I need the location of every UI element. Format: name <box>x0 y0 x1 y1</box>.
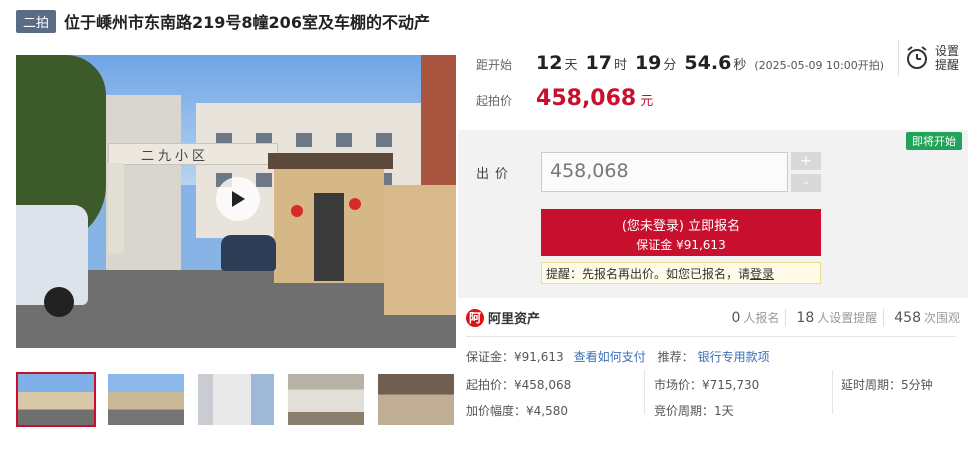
thumbnail-3[interactable] <box>196 372 276 427</box>
signup-count: 0 <box>731 310 741 326</box>
deposit-row: 保证金：¥91,613 查看如何支付 推荐： 银行专用款项 <box>466 348 770 365</box>
deposit-label: 保证金：¥91,613 <box>466 350 564 364</box>
thumbnail-strip <box>16 372 466 427</box>
alarm-clock-icon <box>907 46 927 69</box>
gate-sign-text: 二九小区 <box>141 149 210 164</box>
start-price-label: 起拍价 <box>476 94 513 108</box>
detail-start-price: 起拍价：¥458,068 <box>466 378 572 392</box>
countdown-seconds: 54.6 <box>684 52 732 74</box>
signup-count-unit: 人报名 <box>743 309 787 326</box>
divider <box>466 336 956 337</box>
detail-market-price: 市场价：¥715,730 <box>654 378 760 392</box>
reminder-count-unit: 人设置提醒 <box>817 309 885 326</box>
signup-button-label: (您未登录) 立即报名 <box>621 219 741 234</box>
start-price-unit: 元 <box>640 94 654 109</box>
thumbnail-1[interactable] <box>16 372 96 427</box>
photo-guardhouse <box>268 153 393 283</box>
detail-increment: 加价幅度：¥4,580 <box>466 404 568 418</box>
lantern-icon <box>349 198 361 210</box>
detail-bid-period: 竞价周期：1天 <box>654 404 734 418</box>
thumbnail-5[interactable] <box>376 372 456 427</box>
auction-round-badge: 二拍 <box>16 9 57 33</box>
decrease-bid-button[interactable]: - <box>791 174 821 192</box>
recommend-label: 推荐： <box>657 350 694 364</box>
photo-car <box>221 235 276 271</box>
photo-gate-post <box>108 163 124 253</box>
how-to-pay-link[interactable]: 查看如何支付 <box>574 348 646 365</box>
view-count-unit: 次围观 <box>923 311 960 325</box>
countdown-hours-unit: 时 <box>613 58 627 73</box>
detail-delay-period: 延时周期：5分钟 <box>841 378 933 392</box>
brand-name: 阿里资产 <box>488 312 541 327</box>
grid-divider <box>832 370 833 414</box>
signup-deposit-label: 保证金 ¥91,613 <box>636 238 726 252</box>
reminder-count: 18 <box>796 310 815 326</box>
stats-row: 阿 阿里资产 0 人报名 18 人设置提醒 458 次围观 <box>466 308 966 327</box>
status-badge: 即将开始 <box>906 132 962 150</box>
bid-panel: 即将开始 出价 458,068 + - (您未登录) 立即报名 保证金 ¥91,… <box>458 130 968 298</box>
photo-van-wheel <box>44 287 74 317</box>
login-tip: 提醒：先报名再出价。如您已报名，请登录 <box>541 262 821 284</box>
tip-text: 提醒：先报名再出价。如您已报名，请 <box>546 267 751 281</box>
grid-divider <box>644 370 645 414</box>
play-icon <box>232 191 245 207</box>
play-button[interactable] <box>216 177 260 221</box>
start-price-row: 起拍价 458,068 元 <box>476 86 653 111</box>
countdown-minutes: 19 <box>634 52 662 74</box>
increase-bid-button[interactable]: + <box>791 152 821 170</box>
countdown-seconds-unit: 秒 <box>733 58 747 73</box>
stats: 0 人报名 18 人设置提醒 458 次围观 <box>721 309 966 326</box>
start-price-value: 458,068 <box>536 86 637 111</box>
countdown-hours: 17 <box>585 52 612 74</box>
lantern-icon <box>291 205 303 217</box>
page-title: 位于嵊州市东南路219号8幢206室及车棚的不动产 <box>64 13 430 32</box>
start-time-note: (2025-05-09 10:00开拍) <box>754 59 885 72</box>
countdown-days-unit: 天 <box>564 58 578 73</box>
countdown: 距开始 12 天 17 时 19 分 54.6 秒 (2025-05-09 10… <box>476 52 884 74</box>
main-photo[interactable]: 二九小区 <box>16 55 456 348</box>
bank-account-link[interactable]: 银行专用款项 <box>698 348 770 365</box>
countdown-label: 距开始 <box>476 58 513 72</box>
login-link[interactable]: 登录 <box>750 267 774 281</box>
view-count: 458 <box>894 310 921 326</box>
reminder-line1: 设置 <box>935 44 960 58</box>
bid-input[interactable]: 458,068 <box>541 152 788 192</box>
countdown-days: 12 <box>536 52 563 74</box>
photo-wall <box>384 185 456 315</box>
thumbnail-2[interactable] <box>106 372 186 427</box>
page-header: 二拍 位于嵊州市东南路219号8幢206室及车棚的不动产 <box>16 9 430 33</box>
ali-assets-logo: 阿 阿里资产 <box>466 308 540 327</box>
countdown-minutes-unit: 分 <box>663 58 677 73</box>
ali-logo-icon: 阿 <box>466 308 484 327</box>
bid-label: 出价 <box>476 167 515 182</box>
reminder-line2: 提醒 <box>935 58 960 72</box>
set-reminder-button[interactable]: 设置 提醒 <box>898 40 968 76</box>
thumbnail-4[interactable] <box>286 372 366 427</box>
signup-button[interactable]: (您未登录) 立即报名 保证金 ¥91,613 <box>541 209 821 256</box>
